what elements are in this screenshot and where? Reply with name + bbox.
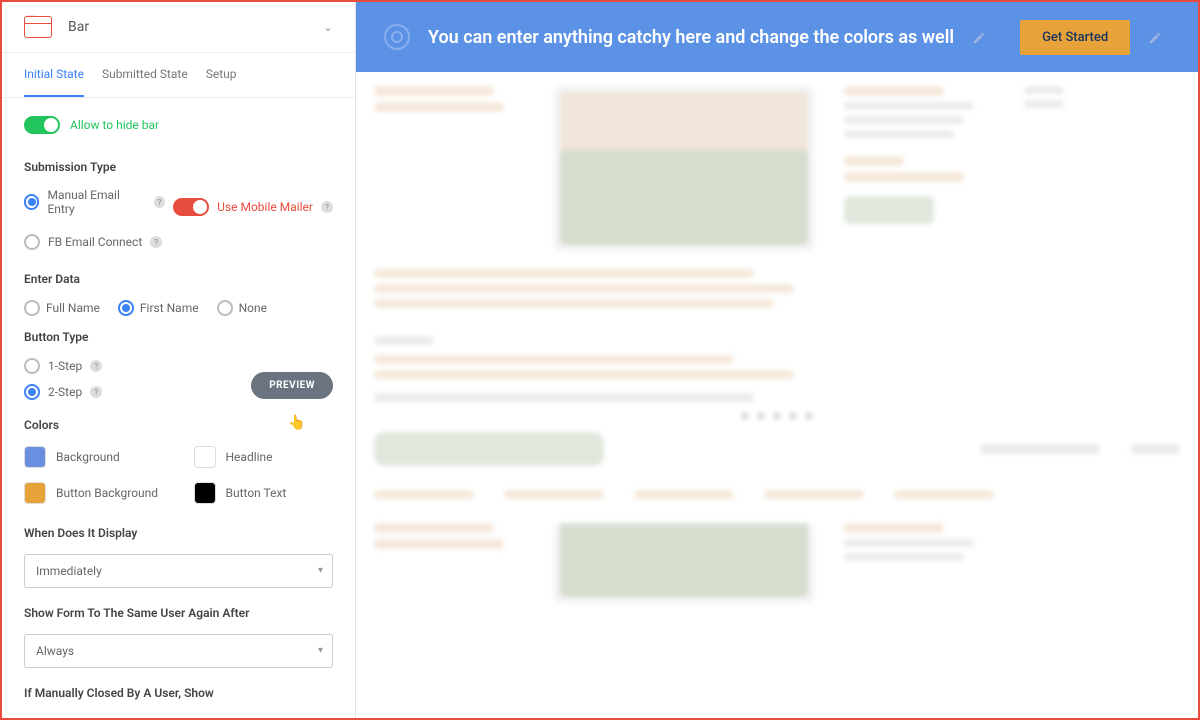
submission-type-title: Submission Type — [24, 160, 333, 174]
settings-sidebar: Bar ⌄ Initial State Submitted State Setu… — [2, 2, 356, 718]
cta-button[interactable]: Get Started — [1020, 20, 1130, 55]
mobile-mailer-toggle[interactable] — [173, 198, 209, 216]
chevron-down-icon: ⌄ — [323, 20, 333, 34]
mock-content — [356, 72, 1198, 635]
settings-tabs: Initial State Submitted State Setup — [2, 53, 355, 98]
tab-submitted-state[interactable]: Submitted State — [102, 53, 188, 97]
radio-fb-email[interactable] — [24, 234, 40, 250]
color-headline[interactable] — [194, 446, 216, 468]
manual-email-label: Manual Email Entry — [47, 188, 145, 216]
color-button-bg[interactable] — [24, 482, 46, 504]
help-icon[interactable]: ? — [154, 196, 165, 208]
colors-title: Colors — [24, 418, 333, 432]
allow-hide-label: Allow to hide bar — [70, 118, 159, 132]
bar-widget-icon — [24, 16, 52, 38]
help-icon[interactable]: ? — [90, 360, 102, 372]
help-icon[interactable]: ? — [150, 236, 162, 248]
help-icon[interactable]: ? — [321, 201, 333, 213]
when-display-select[interactable]: Immediately — [24, 554, 333, 588]
help-icon[interactable]: ? — [90, 386, 102, 398]
pencil-icon[interactable] — [972, 30, 986, 44]
when-display-title: When Does It Display — [24, 526, 333, 540]
allow-hide-toggle[interactable] — [24, 116, 60, 134]
award-icon — [384, 24, 410, 50]
enter-data-title: Enter Data — [24, 272, 333, 286]
promo-headline[interactable]: You can enter anything catchy here and c… — [428, 27, 954, 48]
if-closed-title: If Manually Closed By A User, Show — [24, 686, 333, 700]
tab-setup[interactable]: Setup — [206, 53, 237, 97]
widget-type-label: Bar — [68, 19, 323, 35]
show-again-select[interactable]: Always — [24, 634, 333, 668]
radio-full-name[interactable] — [24, 300, 40, 316]
promo-bar: You can enter anything catchy here and c… — [356, 2, 1198, 72]
color-button-text[interactable] — [194, 482, 216, 504]
mobile-mailer-label: Use Mobile Mailer — [217, 200, 313, 214]
color-background[interactable] — [24, 446, 46, 468]
radio-1-step[interactable] — [24, 358, 40, 374]
tab-initial-state[interactable]: Initial State — [24, 53, 84, 97]
radio-manual-email[interactable] — [24, 194, 39, 210]
button-type-title: Button Type — [24, 330, 333, 344]
radio-2-step[interactable] — [24, 384, 40, 400]
pencil-icon[interactable] — [1148, 30, 1162, 44]
preview-canvas: You can enter anything catchy here and c… — [356, 2, 1198, 718]
widget-type-selector[interactable]: Bar ⌄ — [2, 2, 355, 53]
radio-first-name[interactable] — [118, 300, 134, 316]
show-again-title: Show Form To The Same User Again After — [24, 606, 333, 620]
radio-none[interactable] — [217, 300, 233, 316]
fb-email-label: FB Email Connect — [48, 235, 142, 249]
preview-button[interactable]: PREVIEW — [251, 372, 333, 399]
